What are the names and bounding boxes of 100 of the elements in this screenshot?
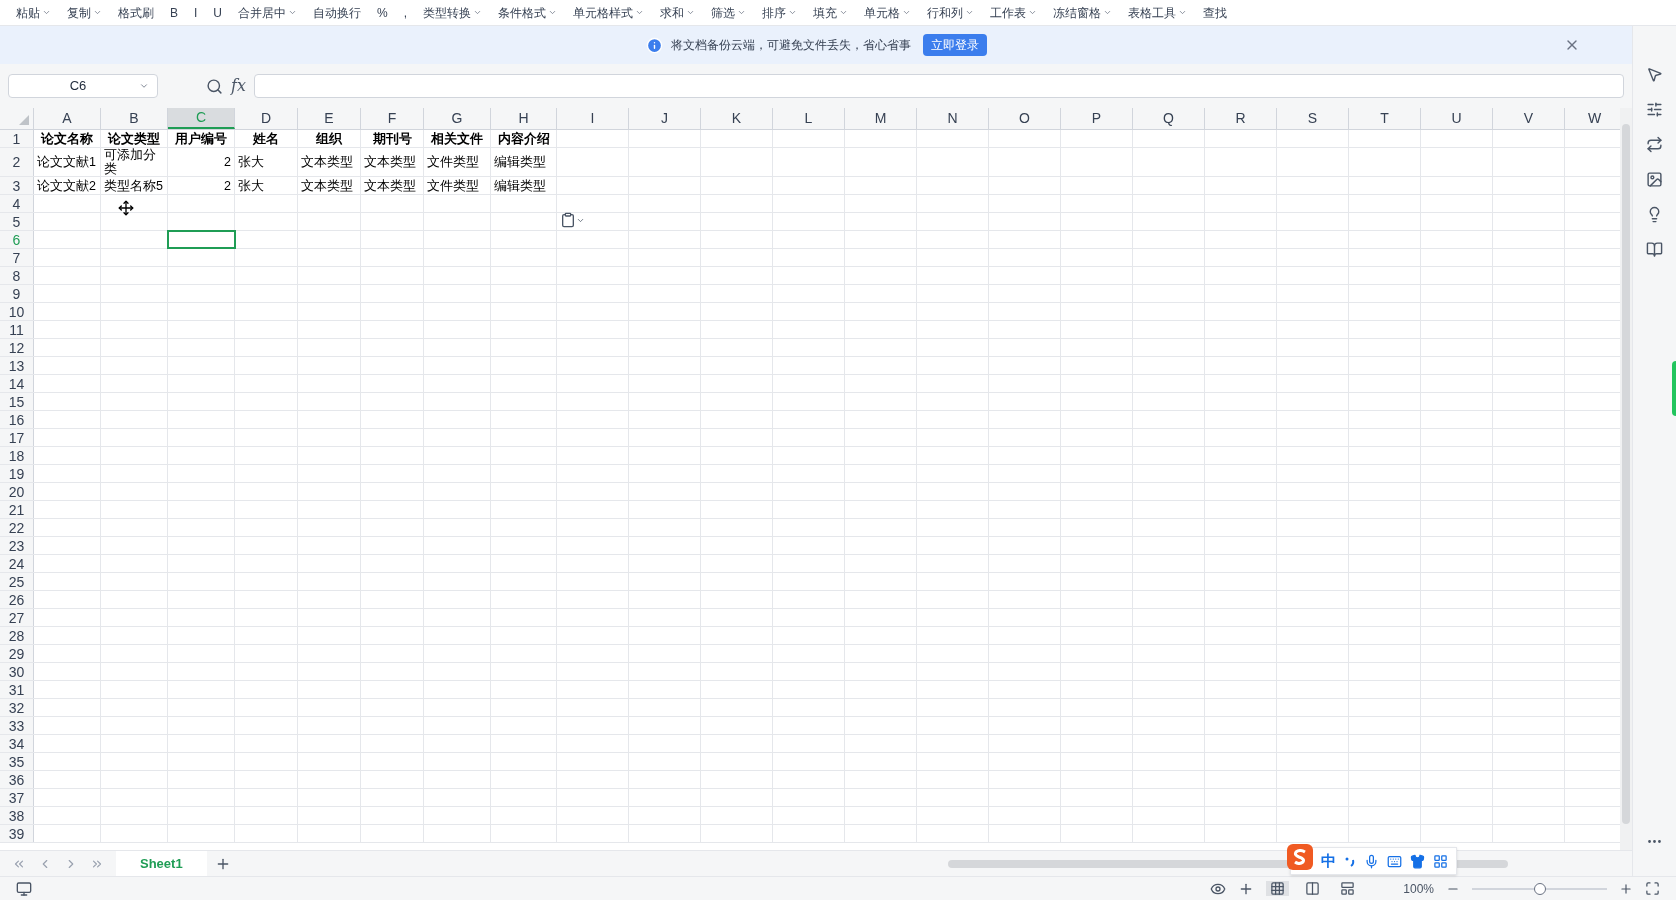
column-header[interactable]: D: [235, 108, 298, 129]
row-header[interactable]: 1: [0, 130, 34, 147]
row-header[interactable]: 33: [0, 717, 34, 734]
row-header[interactable]: 27: [0, 609, 34, 626]
row-header[interactable]: 23: [0, 537, 34, 554]
column-header[interactable]: N: [917, 108, 989, 129]
row-header[interactable]: 17: [0, 429, 34, 446]
row-header[interactable]: 13: [0, 357, 34, 374]
column-header[interactable]: Q: [1133, 108, 1205, 129]
column-header[interactable]: O: [989, 108, 1061, 129]
toolbar-button[interactable]: B: [170, 3, 178, 22]
toolbar-button[interactable]: 合并居中: [238, 3, 298, 22]
row-header[interactable]: 22: [0, 519, 34, 536]
row-header[interactable]: 19: [0, 465, 34, 482]
row-header[interactable]: 25: [0, 573, 34, 590]
column-header[interactable]: H: [491, 108, 557, 129]
ime-mode[interactable]: 中: [1321, 849, 1336, 873]
column-header[interactable]: G: [424, 108, 491, 129]
toolbar-button[interactable]: 格式刷: [118, 3, 154, 22]
clipboard-icon[interactable]: [560, 212, 576, 228]
toolbar-button[interactable]: 求和: [660, 3, 696, 22]
column-header[interactable]: T: [1349, 108, 1421, 129]
toolbar-button[interactable]: 条件格式: [498, 3, 558, 22]
pointer-icon[interactable]: [1646, 66, 1663, 83]
zoom-level[interactable]: 100%: [1403, 879, 1434, 898]
row-header[interactable]: 5: [0, 213, 34, 230]
column-header[interactable]: P: [1061, 108, 1133, 129]
row-header[interactable]: 3: [0, 177, 34, 194]
row-header[interactable]: 2: [0, 148, 34, 176]
row-header[interactable]: 37: [0, 789, 34, 806]
row-header[interactable]: 39: [0, 825, 34, 842]
microphone-icon[interactable]: [1364, 853, 1379, 869]
toolbar-button[interactable]: 行和列: [927, 3, 975, 22]
column-header[interactable]: K: [701, 108, 773, 129]
row-header[interactable]: 18: [0, 447, 34, 464]
shirt-icon[interactable]: [1410, 853, 1425, 869]
row-header[interactable]: 24: [0, 555, 34, 572]
row-header[interactable]: 11: [0, 321, 34, 338]
fullscreen-icon[interactable]: [1645, 881, 1660, 896]
formula-input[interactable]: [253, 74, 1624, 98]
row-header[interactable]: 21: [0, 501, 34, 518]
column-header[interactable]: J: [629, 108, 701, 129]
row-header[interactable]: 26: [0, 591, 34, 608]
column-header[interactable]: I: [557, 108, 629, 129]
row-header[interactable]: 28: [0, 627, 34, 644]
column-header[interactable]: R: [1205, 108, 1277, 129]
column-header[interactable]: U: [1421, 108, 1493, 129]
column-header[interactable]: M: [845, 108, 917, 129]
toolbar-button[interactable]: 排序: [762, 3, 798, 22]
active-cell[interactable]: [168, 231, 235, 248]
toolbar-button[interactable]: %: [377, 3, 388, 22]
row-header[interactable]: 9: [0, 285, 34, 302]
row-header[interactable]: 12: [0, 339, 34, 356]
view-button[interactable]: [1266, 881, 1290, 896]
toolbar-button[interactable]: U: [213, 3, 223, 22]
sliders-icon[interactable]: [1646, 101, 1663, 118]
row-header[interactable]: 4: [0, 195, 34, 212]
column-header[interactable]: A: [34, 108, 101, 129]
column-header[interactable]: F: [361, 108, 424, 129]
toolbar-button[interactable]: 自动换行: [313, 3, 362, 22]
zoom-in-icon[interactable]: [1619, 881, 1633, 896]
row-header[interactable]: 38: [0, 807, 34, 824]
toolbar-button[interactable]: 粘贴: [16, 3, 51, 22]
row-header[interactable]: 10: [0, 303, 34, 320]
toolbar-button[interactable]: 冻结窗格: [1053, 3, 1113, 22]
row-header[interactable]: 30: [0, 663, 34, 680]
toolbar-button[interactable]: ,: [403, 3, 408, 22]
row-header[interactable]: 8: [0, 267, 34, 284]
toolbar-button[interactable]: 复制: [67, 3, 102, 22]
toolbar-button[interactable]: 表格工具: [1128, 3, 1188, 22]
transform-icon[interactable]: [1646, 136, 1663, 153]
toolbar-button[interactable]: 查找: [1203, 3, 1228, 22]
toolbar-button[interactable]: 填充: [813, 3, 849, 22]
sidebar-handle[interactable]: [1672, 361, 1676, 416]
vertical-scrollbar[interactable]: [1620, 108, 1632, 850]
toolbar-button[interactable]: 单元格: [864, 3, 912, 22]
row-header[interactable]: 31: [0, 681, 34, 698]
row-header[interactable]: 15: [0, 393, 34, 410]
zoom-icon[interactable]: [206, 77, 223, 95]
name-box[interactable]: C6: [8, 74, 158, 98]
toolbar-button[interactable]: I: [194, 3, 198, 22]
login-button[interactable]: 立即登录: [922, 34, 987, 56]
punctuation-icon[interactable]: [1344, 855, 1356, 867]
toolbar-button[interactable]: 类型转换: [423, 3, 483, 22]
image-icon[interactable]: [1646, 171, 1663, 188]
row-header[interactable]: 20: [0, 483, 34, 500]
column-header[interactable]: S: [1277, 108, 1349, 129]
row-header[interactable]: 32: [0, 699, 34, 716]
toolbar-button[interactable]: 工作表: [990, 3, 1038, 22]
zoom-slider-thumb[interactable]: [1533, 882, 1546, 895]
column-header[interactable]: V: [1493, 108, 1565, 129]
row-header[interactable]: 16: [0, 411, 34, 428]
row-header[interactable]: 36: [0, 771, 34, 788]
toolbar-button[interactable]: 单元格样式: [573, 3, 645, 22]
row-header[interactable]: 35: [0, 753, 34, 770]
row-header[interactable]: 29: [0, 645, 34, 662]
grid-icon[interactable]: [1433, 853, 1448, 869]
column-header[interactable]: E: [298, 108, 361, 129]
row-header[interactable]: 7: [0, 249, 34, 266]
row-header[interactable]: 14: [0, 375, 34, 392]
